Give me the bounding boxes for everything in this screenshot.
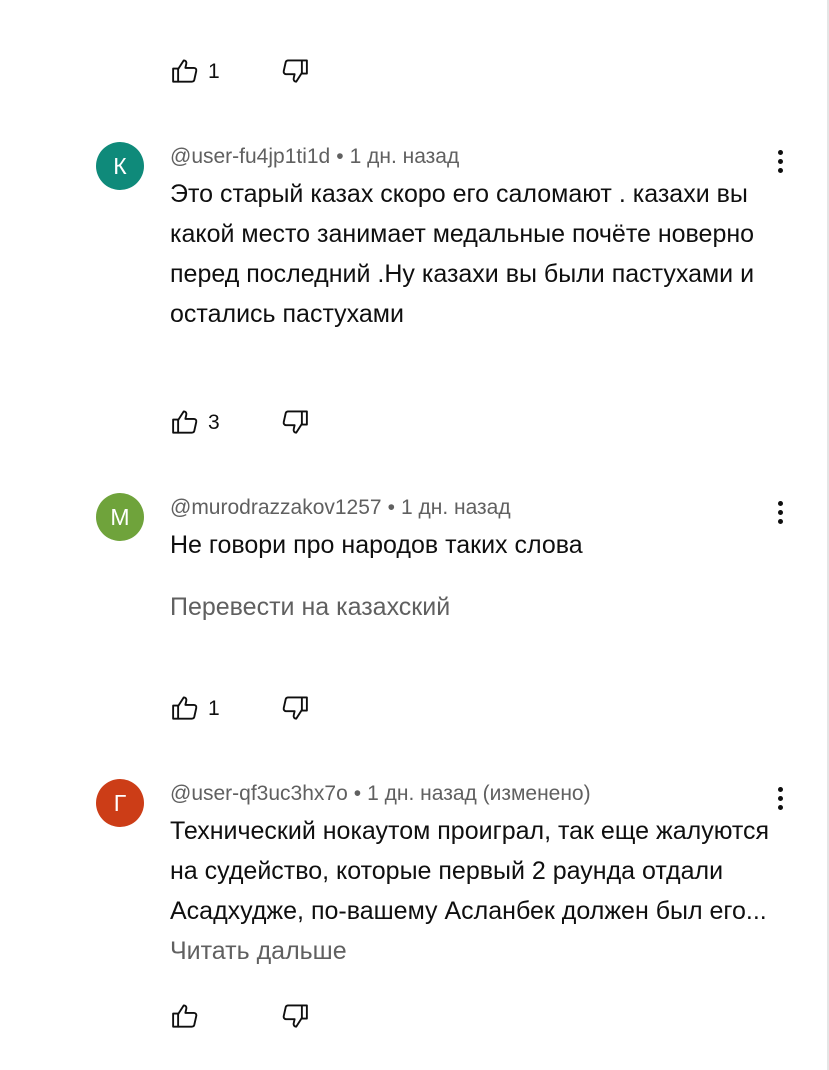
avatar[interactable]: M [96,493,144,541]
more-vert-icon [768,501,792,524]
like-count: 3 [208,410,220,434]
meta-separator: • [353,782,362,805]
dislike-button[interactable] [280,1001,310,1031]
read-more-link[interactable]: Читать дальше [170,937,347,965]
avatar[interactable]: К [96,142,144,190]
thumbs-down-icon [280,693,310,723]
comment-time[interactable]: 1 дн. назад [401,496,511,519]
comment-actions [170,1000,310,1032]
comment-meta: @murodrazzakov1257 • 1 дн. назад [170,495,511,521]
comment-meta: @user-qf3uc3hx7o • 1 дн. назад (изменено) [170,781,591,807]
thumbs-down-icon [280,56,310,86]
avatar-letter: M [110,503,130,530]
comment-time[interactable]: 1 дн. назад [350,145,460,168]
translate-link[interactable]: Перевести на казахский [170,593,450,622]
avatar[interactable]: Г [96,779,144,827]
dislike-button[interactable] [280,407,310,437]
comment-actions: 1 [170,692,310,724]
comment-meta: @user-fu4jp1ti1d • 1 дн. назад [170,144,459,170]
comment-body: Технический нокаутом проиграл, так еще ж… [170,811,785,971]
comment-text: Не говори про народов таких слова [170,531,583,559]
comment-text: Технический нокаутом проиграл, так еще ж… [170,817,770,925]
more-vert-icon [768,150,792,173]
comment-time[interactable]: 1 дн. назад (изменено) [367,782,590,805]
like-button[interactable] [170,1001,280,1031]
comment-actions: 3 [170,406,310,438]
thumbs-up-icon [170,1001,200,1031]
thumbs-up-icon [170,56,200,86]
comment-username[interactable]: @user-qf3uc3hx7o [170,782,348,805]
more-vert-icon [768,787,792,810]
comment-text: Это старый казах скоро его саломают . ка… [170,180,755,328]
like-count: 1 [208,59,220,83]
comment-username[interactable]: @user-fu4jp1ti1d [170,145,330,168]
dislike-button[interactable] [280,693,310,723]
like-button[interactable]: 1 [170,693,280,723]
thumbs-down-icon [280,1001,310,1031]
comment-username[interactable]: @murodrazzakov1257 [170,496,382,519]
thumbs-up-icon [170,693,200,723]
avatar-letter: Г [113,789,127,816]
comment-actions-previous: 1 [170,55,310,87]
like-count: 1 [208,696,220,720]
thumbs-up-icon [170,407,200,437]
meta-separator: • [387,496,395,519]
like-button[interactable]: 1 [170,56,280,86]
avatar-letter: К [113,152,127,179]
like-button[interactable]: 3 [170,407,280,437]
meta-separator: • [336,145,344,168]
dislike-button[interactable] [280,56,310,86]
thumbs-down-icon [280,407,310,437]
